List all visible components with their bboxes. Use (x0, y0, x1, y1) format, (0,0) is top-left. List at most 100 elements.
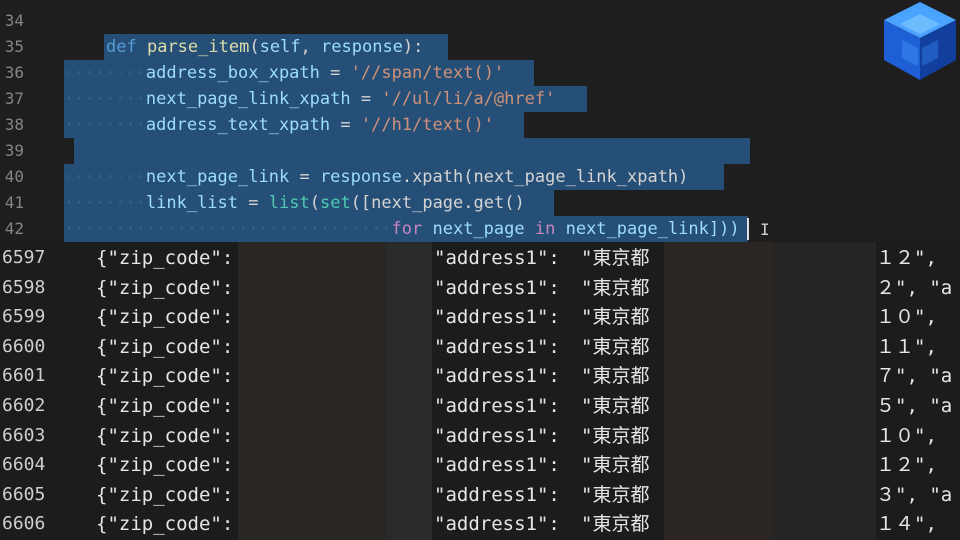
variable: next_page_link_xpath (145, 89, 351, 109)
variable: link_list (145, 193, 239, 213)
row-tail: １１", (876, 335, 937, 358)
row-tail: １０", (876, 306, 937, 329)
line-number: 6598 (2, 276, 46, 298)
text-ibeam-cursor-icon: I (760, 220, 770, 239)
line-number: 38 (4, 115, 24, 134)
zip-code-key: {"zip_code": (96, 424, 234, 447)
param-self: self (259, 37, 301, 57)
data-row[interactable]: 6604 {"zip_code": "address1": "東京都 １２", (0, 450, 960, 480)
keyword-def: def (106, 37, 137, 57)
string-literal: '//ul/li/a/@href' (381, 89, 556, 109)
code-editor[interactable]: 34 35 def parse_item(self, response): 36… (0, 0, 960, 242)
paren-colon: ): (402, 37, 424, 57)
data-row[interactable]: 6602 {"zip_code": "address1": "東京都 ５", "… (0, 391, 960, 421)
line-number: 6597 (2, 247, 46, 268)
string-literal: '//h1/text()' (360, 115, 494, 135)
data-row[interactable]: 6599 {"zip_code": "address1": "東京都 １０", (0, 302, 960, 332)
zip-code-key: {"zip_code": (96, 513, 234, 536)
data-row[interactable]: 6605 {"zip_code": "address1": "東京都 ３", "… (0, 480, 960, 510)
code-line[interactable]: 42 ································for n… (0, 216, 960, 242)
row-tail: １２", (876, 454, 937, 477)
address1-key: "address1": (434, 276, 560, 299)
code-line[interactable]: 38 ········address_text_xpath = '//h1/te… (0, 112, 960, 138)
address1-value: "東京都 (581, 335, 650, 358)
code-line[interactable]: 41 ········link_list = list(set([next_pa… (0, 190, 960, 216)
address1-key: "address1": (434, 454, 560, 477)
address1-key: "address1": (434, 513, 560, 536)
address1-value: "東京都 (581, 247, 650, 269)
code-line[interactable]: 36 ········address_box_xpath = '//span/t… (0, 60, 960, 86)
method-call: .xpath(next_page_link_xpath) (401, 167, 689, 187)
code-line[interactable]: 35 def parse_item(self, response): (0, 34, 960, 60)
code-line[interactable]: 34 (0, 8, 960, 34)
code-line[interactable]: 39 (0, 138, 960, 164)
line-number: 6603 (2, 424, 46, 446)
keyword-in: in (534, 219, 556, 239)
code-text: ································for next… (64, 219, 740, 239)
variable: next_page_link (145, 167, 290, 187)
data-row[interactable]: 6606 {"zip_code": "address1": "東京都 １４", (0, 509, 960, 539)
data-row[interactable]: 6603 {"zip_code": "address1": "東京都 １０", (0, 421, 960, 451)
line-number: 37 (4, 89, 24, 108)
line-number: 40 (4, 167, 24, 186)
code-text: ········address_box_xpath = '//span/text… (64, 63, 505, 83)
string-literal: '//span/text()' (350, 63, 505, 83)
zip-code-key: {"zip_code": (96, 247, 234, 269)
paren: ( (249, 37, 260, 57)
code-text: ········link_list = list(set([next_page.… (64, 193, 525, 213)
zip-code-key: {"zip_code": (96, 365, 234, 388)
address1-value: "東京都 (581, 483, 650, 506)
function-name: parse_item (146, 37, 250, 57)
comma: , (300, 37, 311, 57)
row-tail: ７", "a (876, 365, 953, 388)
code-rest: next_page_link])) (565, 219, 740, 239)
data-row[interactable]: 6598 {"zip_code": "address1": "東京都 ２", "… (0, 273, 960, 303)
code-line[interactable]: 37 ········next_page_link_xpath = '//ul/… (0, 86, 960, 112)
data-row[interactable]: 6600 {"zip_code": "address1": "東京都 １１", (0, 332, 960, 362)
address1-value: "東京都 (581, 513, 650, 536)
address1-value: "東京都 (581, 395, 650, 417)
paren: ( (309, 193, 320, 213)
line-number: 6599 (2, 306, 46, 328)
param-response: response (321, 37, 403, 57)
data-row[interactable]: 6601 {"zip_code": "address1": "東京都 ７", "… (0, 361, 960, 391)
operator: = (330, 63, 341, 83)
address1-key: "address1": (434, 424, 560, 447)
text-cursor (747, 218, 749, 240)
address1-key: "address1": (434, 365, 560, 388)
address1-value: "東京都 (581, 365, 650, 388)
object-response: response (319, 167, 402, 187)
code-text: ········next_page_link_xpath = '//ul/li/… (64, 89, 556, 109)
row-tail: ５", "a (876, 395, 953, 417)
address1-value: "東京都 (581, 424, 650, 447)
operator: = (360, 89, 372, 109)
row-tail: １２", (876, 247, 937, 269)
zip-code-key: {"zip_code": (96, 276, 234, 299)
variable: address_box_xpath (145, 63, 320, 83)
variable: address_text_xpath (145, 115, 331, 135)
row-tail: ３", "a (876, 483, 953, 506)
zip-code-key: {"zip_code": (96, 306, 234, 329)
line-number: 6602 (2, 395, 46, 416)
row-tail: ２", "a (876, 276, 953, 299)
operator: = (340, 115, 351, 135)
line-number: 35 (4, 37, 24, 56)
json-data-view[interactable]: 6597 {"zip_code": "address1": "東京都 １２", … (0, 242, 960, 540)
address1-key: "address1": (434, 335, 560, 358)
line-number: 6605 (2, 483, 46, 505)
code-rest: ([next_page.get() (350, 193, 525, 213)
data-row[interactable]: 6597 {"zip_code": "address1": "東京都 １２", (0, 243, 960, 273)
zip-code-key: {"zip_code": (96, 483, 234, 506)
address1-value: "東京都 (581, 454, 650, 477)
code-text: def parse_item(self, response): (106, 34, 423, 60)
blue-cube-logo-icon (884, 2, 956, 80)
line-number: 6600 (2, 335, 46, 357)
code-text: ········next_page_link = response.xpath(… (64, 167, 689, 187)
zip-code-key: {"zip_code": (96, 335, 234, 358)
operator: = (248, 193, 259, 213)
operator: = (299, 167, 310, 187)
code-line[interactable]: 40 ········next_page_link = response.xpa… (0, 164, 960, 190)
line-number: 36 (4, 63, 24, 82)
address1-value: "東京都 (581, 306, 650, 329)
address1-value: "東京都 (581, 276, 650, 299)
